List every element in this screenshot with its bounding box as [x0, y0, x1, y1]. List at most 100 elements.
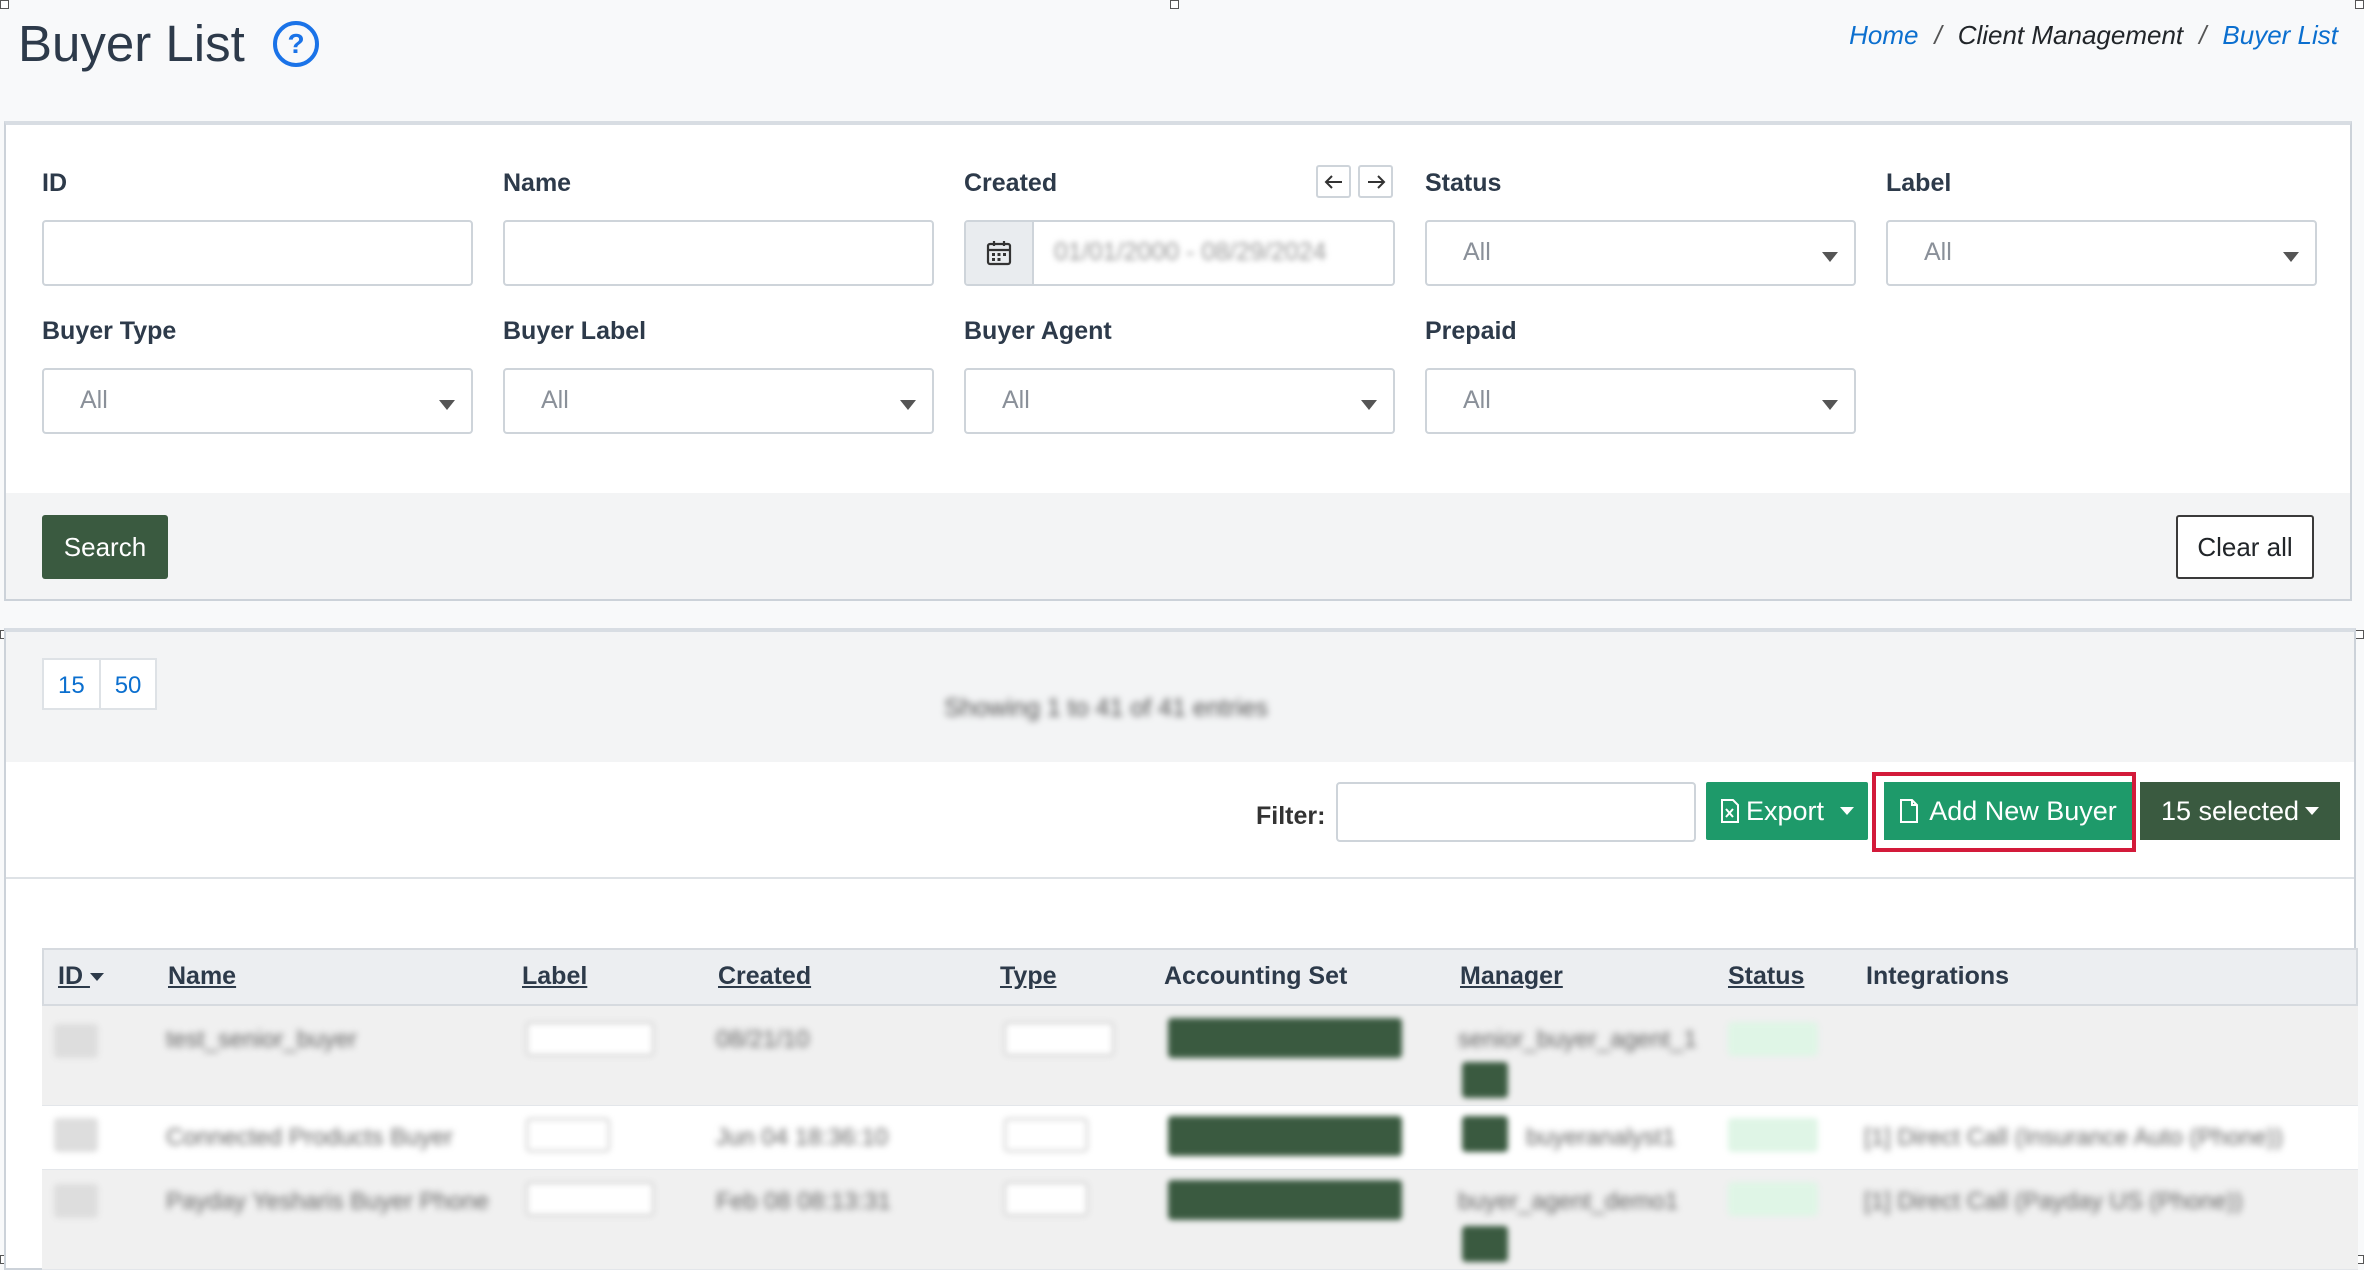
breadcrumb-client-management[interactable]: Client Management — [1958, 20, 2183, 51]
column-header-label[interactable]: Label — [522, 962, 587, 991]
search-button[interactable]: Search — [42, 515, 168, 579]
table-row[interactable]: Payday Yesharis Buyer Phone Feb 08 08:13… — [42, 1170, 2358, 1270]
row-status-badge — [1728, 1182, 1818, 1216]
name-input[interactable] — [503, 220, 934, 286]
clear-all-button[interactable]: Clear all — [2176, 515, 2314, 579]
breadcrumb-buyer-list[interactable]: Buyer List — [2222, 20, 2338, 51]
breadcrumb-home[interactable]: Home — [1849, 20, 1918, 51]
buyer-agent-select[interactable]: All — [964, 368, 1395, 434]
label-select-value: All — [1924, 238, 1952, 266]
column-header-created[interactable]: Created — [718, 962, 811, 991]
buyer-agent-filter: Buyer Agent All — [964, 317, 1395, 434]
prepaid-select[interactable]: All — [1425, 368, 1856, 434]
chevron-down-icon — [1822, 252, 1838, 262]
export-button[interactable]: Export — [1706, 782, 1868, 840]
page-title: Buyer List ? — [18, 14, 321, 73]
row-type-toggle[interactable] — [1004, 1182, 1088, 1216]
row-label-badge — [526, 1118, 610, 1152]
list-top-band: 15 50 Showing 1 to 41 of 41 entries — [6, 632, 2354, 762]
row-select-box[interactable] — [54, 1118, 98, 1152]
row-name[interactable]: Connected Products Buyer — [166, 1124, 453, 1152]
column-header-manager[interactable]: Manager — [1460, 962, 1563, 991]
row-name[interactable]: Payday Yesharis Buyer Phone — [166, 1188, 489, 1216]
status-filter-label: Status — [1425, 169, 1502, 197]
buyer-type-select[interactable]: All — [42, 368, 473, 434]
breadcrumb: Home / Client Management / Buyer List — [1849, 20, 2338, 51]
label-filter: Label All — [1886, 169, 2317, 286]
sort-desc-icon — [89, 973, 104, 982]
buyer-list-panel: 15 50 Showing 1 to 41 of 41 entries Filt… — [4, 628, 2358, 1270]
column-header-id[interactable]: ID — [58, 962, 104, 991]
label-select[interactable]: All — [1886, 220, 2317, 286]
table-header: ID Name Label Created Type Accounting Se… — [42, 948, 2358, 1006]
row-select-box[interactable] — [54, 1184, 98, 1218]
help-icon[interactable]: ? — [271, 19, 321, 69]
excel-file-icon — [1720, 799, 1739, 823]
row-created: Jun 04 18:36:10 — [716, 1124, 889, 1151]
row-status-badge — [1728, 1022, 1818, 1056]
created-date-range[interactable]: 01/01/2000 - 08/29/2024 — [964, 220, 1395, 286]
id-filter-label: ID — [42, 169, 67, 197]
name-filter-label: Name — [503, 169, 572, 197]
table-row[interactable]: test_senior_buyer 08/21/10 senior_buyer_… — [42, 1006, 2358, 1106]
arrow-right-icon — [1367, 174, 1385, 189]
arrow-left-icon — [1324, 174, 1342, 189]
selection-handle — [2355, 630, 2364, 639]
selection-handle — [1170, 0, 1179, 9]
id-input[interactable] — [42, 220, 473, 286]
chevron-down-icon — [900, 400, 916, 410]
buyer-label-select[interactable]: All — [503, 368, 934, 434]
id-filter: ID — [42, 169, 473, 286]
row-manager-button[interactable] — [1462, 1226, 1508, 1262]
highlight-box — [1872, 772, 2136, 852]
chevron-down-icon — [1840, 807, 1855, 815]
row-manager-button[interactable] — [1462, 1062, 1508, 1098]
column-header-name[interactable]: Name — [168, 962, 236, 991]
selection-handle — [2355, 0, 2364, 9]
next-arrow-button[interactable] — [1358, 165, 1393, 198]
export-button-label: Export — [1745, 795, 1825, 826]
prev-arrow-button[interactable] — [1316, 165, 1351, 198]
buyer-type-label: Buyer Type — [42, 317, 177, 345]
table-filter-label: Filter: — [1256, 802, 1326, 830]
row-label-badge — [526, 1182, 654, 1216]
status-select-value: All — [1463, 238, 1491, 266]
status-select[interactable]: All — [1425, 220, 1856, 286]
chevron-down-icon — [2283, 252, 2299, 262]
buyer-type-filter: Buyer Type All — [42, 317, 473, 434]
prepaid-label: Prepaid — [1425, 317, 1517, 345]
buyer-agent-value: All — [1002, 386, 1030, 414]
row-integrations: [1] Direct Call (Payday US (Phone)) — [1864, 1188, 2243, 1215]
name-filter: Name — [503, 169, 934, 286]
row-type-toggle[interactable] — [1004, 1118, 1088, 1152]
row-created: 08/21/10 — [716, 1026, 810, 1053]
column-header-status[interactable]: Status — [1728, 962, 1804, 991]
row-accounting-button[interactable] — [1168, 1180, 1402, 1220]
buyer-label-filter: Buyer Label All — [503, 317, 934, 434]
row-manager-button[interactable] — [1462, 1116, 1508, 1152]
buyer-label-label: Buyer Label — [503, 317, 647, 345]
row-select-box[interactable] — [54, 1024, 98, 1058]
row-name[interactable]: test_senior_buyer — [166, 1026, 357, 1054]
row-manager: buyer_agent_demo1 — [1458, 1188, 1679, 1215]
buyer-table: ID Name Label Created Type Accounting Se… — [42, 948, 2358, 1270]
row-accounting-button[interactable] — [1168, 1018, 1402, 1058]
table-filter-input[interactable] — [1336, 782, 1696, 842]
chevron-down-icon — [2305, 807, 2320, 815]
selection-handle — [0, 0, 9, 9]
column-header-type[interactable]: Type — [1000, 962, 1057, 991]
buyer-type-value: All — [80, 386, 108, 414]
created-filter: Created 01/01/2000 - 08/29/2024 — [964, 165, 1395, 286]
column-header-accounting-set: Accounting Set — [1164, 962, 1348, 990]
buyer-label-value: All — [541, 386, 569, 414]
table-row[interactable]: Connected Products Buyer Jun 04 18:36:10… — [42, 1106, 2358, 1170]
row-accounting-button[interactable] — [1168, 1116, 1402, 1156]
row-type-toggle[interactable] — [1004, 1022, 1114, 1056]
row-manager: senior_buyer_agent_1 — [1458, 1026, 1697, 1053]
created-date-value: 01/01/2000 - 08/29/2024 — [1054, 238, 1327, 266]
columns-selected-button[interactable]: 15 selected — [2140, 782, 2340, 840]
row-status-badge — [1728, 1118, 1818, 1152]
breadcrumb-separator: / — [1934, 20, 1942, 50]
label-filter-label: Label — [1886, 169, 1952, 197]
breadcrumb-separator: / — [2199, 20, 2207, 50]
